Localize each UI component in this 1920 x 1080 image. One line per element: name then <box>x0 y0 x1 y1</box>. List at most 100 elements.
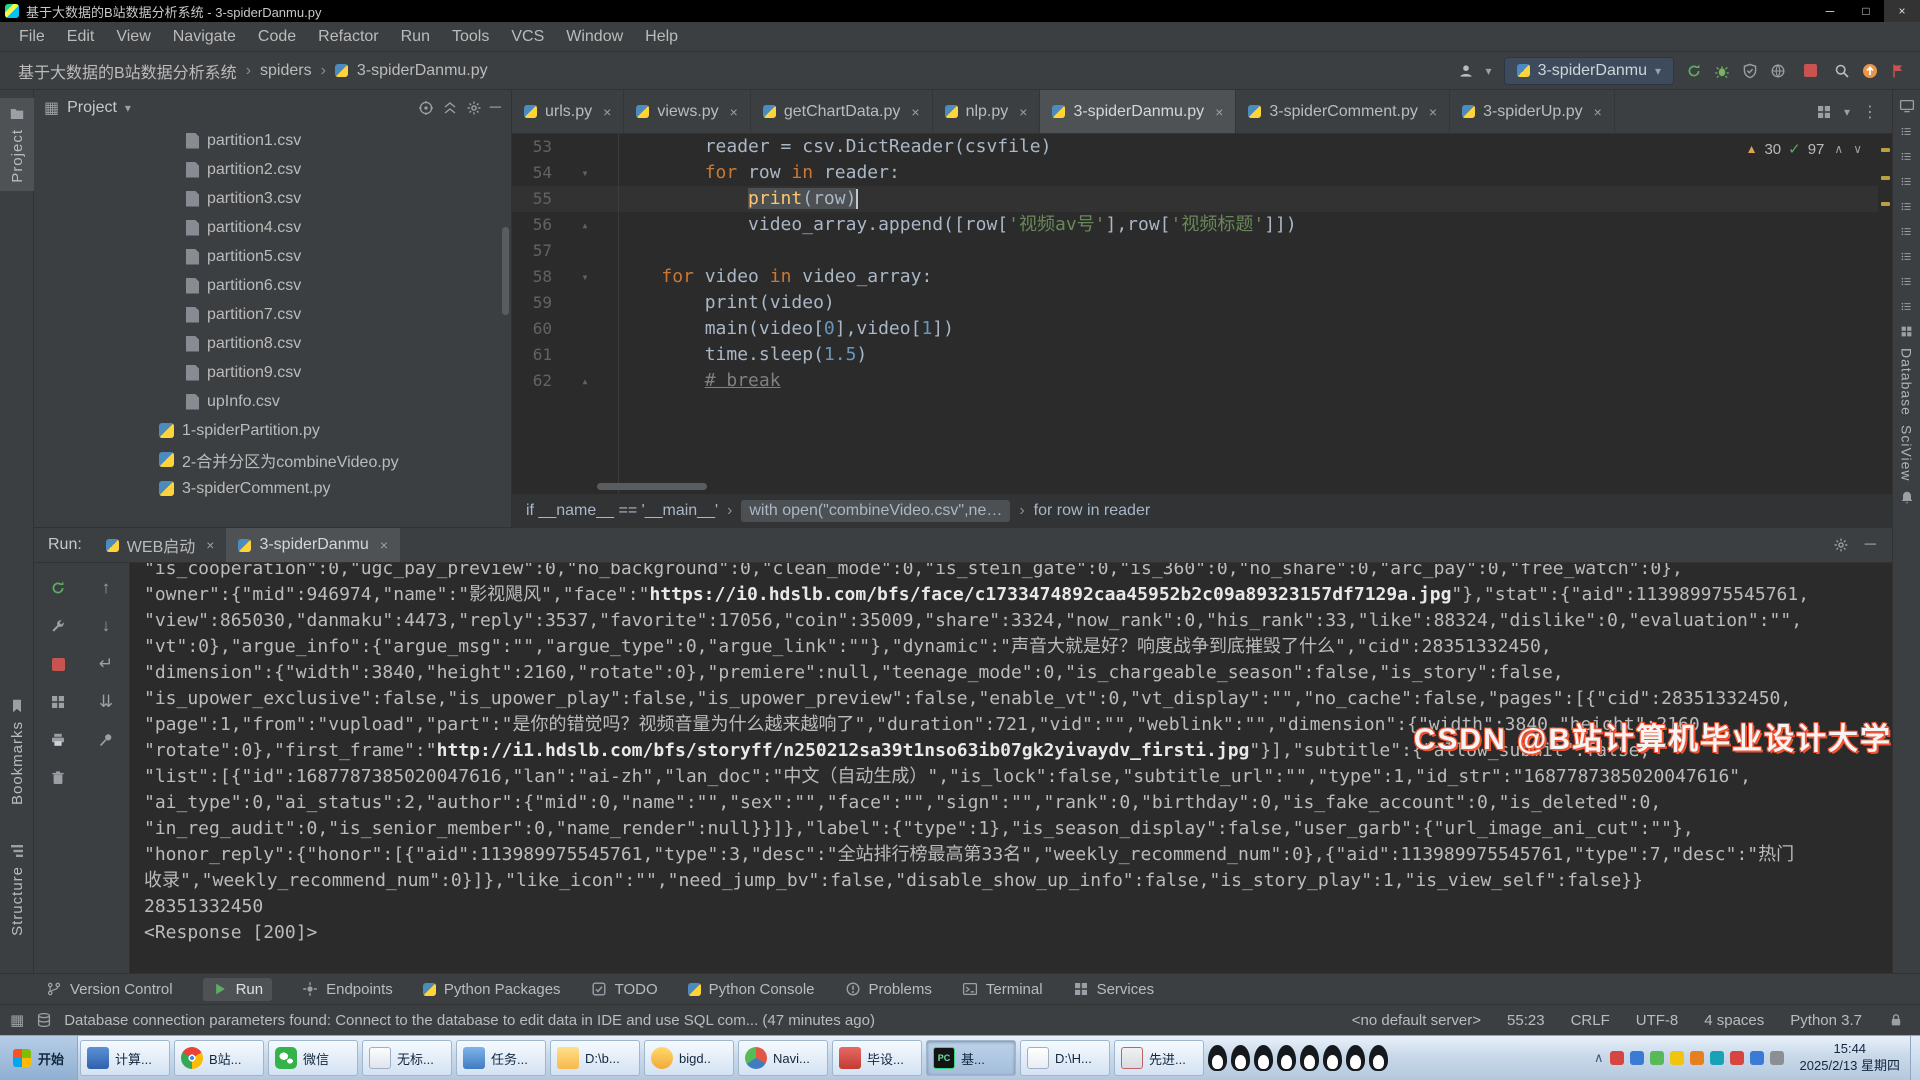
project-item[interactable]: partition3.csv <box>34 184 511 213</box>
fold-marker-icon[interactable]: ▾ <box>552 160 618 186</box>
qq-penguin-icon[interactable] <box>1300 1045 1319 1071</box>
status-message[interactable]: Database connection parameters found: Co… <box>64 1012 875 1029</box>
project-item[interactable]: partition1.csv <box>34 126 511 155</box>
list-item-icon[interactable] <box>1899 148 1915 164</box>
show-desktop-button[interactable] <box>1910 1036 1920 1080</box>
taskbar-item[interactable]: D:\H... <box>1020 1040 1110 1076</box>
editor-breadcrumb-item[interactable]: for row in reader <box>1034 502 1151 520</box>
code-line[interactable]: 53 reader = csv.DictReader(csvfile) <box>512 134 1878 160</box>
list-item-icon[interactable] <box>1899 173 1915 189</box>
down-arrow-icon[interactable]: ↓ <box>102 616 111 636</box>
editor-tab[interactable]: getChartData.py× <box>751 90 933 133</box>
stop-button[interactable] <box>1798 59 1822 83</box>
run-configuration-select[interactable]: 3-spiderDanmu▾ <box>1504 57 1674 85</box>
close-icon[interactable]: × <box>603 104 611 120</box>
project-panel-title[interactable]: Project <box>67 99 117 117</box>
wrench-icon[interactable] <box>50 618 66 634</box>
run-tab[interactable]: 3-spiderDanmu× <box>226 528 400 562</box>
taskbar-item[interactable]: D:\b... <box>550 1040 640 1076</box>
list-item-icon[interactable] <box>1899 273 1915 289</box>
code-line[interactable]: 54▾ for row in reader: <box>512 160 1878 186</box>
close-button[interactable]: × <box>1884 0 1920 22</box>
tool-tab-project[interactable]: Project <box>0 98 34 191</box>
status-widget[interactable]: <no default server> <box>1352 1012 1481 1029</box>
code-line[interactable]: 57 <box>512 238 1878 264</box>
tray-expand-icon[interactable]: ∧ <box>1594 1050 1604 1066</box>
code-line[interactable]: 59 print(video) <box>512 290 1878 316</box>
qq-penguin-icon[interactable] <box>1323 1045 1342 1071</box>
tray-icon[interactable] <box>1770 1051 1784 1065</box>
chevron-down-icon[interactable]: ▾ <box>1486 64 1492 78</box>
tool-window-button-terminal[interactable]: Terminal <box>962 981 1043 998</box>
user-avatar-icon[interactable] <box>1458 63 1474 79</box>
editor-tab[interactable]: 3-spiderComment.py× <box>1236 90 1450 133</box>
qq-penguin-icon[interactable] <box>1346 1045 1365 1071</box>
menu-item-code[interactable]: Code <box>247 25 307 49</box>
taskbar-item[interactable]: 任务... <box>456 1040 546 1076</box>
breadcrumb-item[interactable]: 基于大数据的B站数据分析系统 <box>18 59 237 83</box>
gear-icon[interactable] <box>466 100 482 116</box>
run-console-output[interactable]: "is_cooperation":0,"ugc_pay_preview":0,"… <box>130 563 1892 973</box>
tool-tab-sciview[interactable]: SciView <box>1899 425 1915 482</box>
ide-update-icon[interactable] <box>1862 63 1878 79</box>
notifications-bell-icon[interactable] <box>1899 490 1915 506</box>
tool-window-button-run[interactable]: Run <box>203 978 273 1001</box>
taskbar-item[interactable]: 无标... <box>362 1040 452 1076</box>
menu-item-help[interactable]: Help <box>634 25 689 49</box>
chevron-down-icon[interactable]: ▾ <box>125 101 131 115</box>
breadcrumb-item[interactable]: spiders <box>260 62 312 80</box>
editor-tab[interactable]: nlp.py× <box>933 90 1041 133</box>
console-link[interactable]: http://i1.hdslb.com/bfs/storyff/n250212s… <box>437 740 1250 761</box>
status-widget[interactable]: UTF-8 <box>1636 1012 1679 1029</box>
tool-window-button-python-console[interactable]: Python Console <box>688 981 815 998</box>
coverage-shield-icon[interactable] <box>1742 63 1758 79</box>
list-item-icon[interactable] <box>1899 223 1915 239</box>
qq-penguin-icon[interactable] <box>1254 1045 1273 1071</box>
taskbar-item[interactable]: 微信 <box>268 1040 358 1076</box>
close-icon[interactable]: × <box>380 537 388 553</box>
print-icon[interactable] <box>50 732 66 748</box>
project-item[interactable]: 1-spiderPartition.py <box>34 416 511 445</box>
scroll-to-end-icon[interactable]: ⇊ <box>99 692 113 712</box>
up-arrow-icon[interactable]: ↑ <box>102 578 111 598</box>
close-icon[interactable]: × <box>1429 104 1437 120</box>
menu-item-view[interactable]: View <box>105 25 161 49</box>
taskbar-item[interactable]: bigd.. <box>644 1040 734 1076</box>
project-item[interactable]: partition4.csv <box>34 213 511 242</box>
tray-icon[interactable] <box>1650 1051 1664 1065</box>
search-everywhere-icon[interactable] <box>1834 63 1850 79</box>
close-icon[interactable]: × <box>206 537 214 553</box>
start-button[interactable]: 开始 <box>0 1036 78 1080</box>
menu-item-refactor[interactable]: Refactor <box>307 25 389 49</box>
editor-breadcrumb-item[interactable]: if __name__ == '__main__' <box>526 502 718 520</box>
minimize-button[interactable]: ─ <box>1812 0 1848 22</box>
project-item[interactable]: partition2.csv <box>34 155 511 184</box>
taskbar-item[interactable]: PC基... <box>926 1040 1016 1076</box>
status-widget[interactable]: Python 3.7 <box>1790 1012 1862 1029</box>
soft-wrap-icon[interactable]: ↵ <box>99 654 113 674</box>
profiler-icon[interactable] <box>1770 63 1786 79</box>
qq-penguin-icon[interactable] <box>1369 1045 1388 1071</box>
tray-icon[interactable] <box>1630 1051 1644 1065</box>
editor-tab[interactable]: 3-spiderUp.py× <box>1450 90 1615 133</box>
more-options-icon[interactable]: ⋮ <box>1862 102 1878 122</box>
fold-marker-icon[interactable]: ▴ <box>552 368 618 394</box>
remote-host-icon[interactable] <box>1899 98 1915 114</box>
project-item[interactable]: partition9.csv <box>34 358 511 387</box>
qq-penguin-icon[interactable] <box>1231 1045 1250 1071</box>
list-item-icon[interactable] <box>1899 123 1915 139</box>
tool-window-button-version-control[interactable]: Version Control <box>46 981 173 998</box>
list-item-icon[interactable] <box>1899 198 1915 214</box>
pin-icon[interactable] <box>98 732 114 748</box>
menu-item-tools[interactable]: Tools <box>441 25 500 49</box>
status-widget[interactable]: 55:23 <box>1507 1012 1545 1029</box>
menu-item-run[interactable]: Run <box>390 25 441 49</box>
code-editor[interactable]: 53 reader = csv.DictReader(csvfile)54▾ f… <box>512 134 1878 494</box>
horizontal-scrollbar[interactable] <box>597 483 707 490</box>
tool-tab-database[interactable]: Database <box>1899 348 1915 416</box>
code-line[interactable]: 62▴ # break <box>512 368 1878 394</box>
run-tab[interactable]: WEB启动× <box>94 528 227 562</box>
maximize-button[interactable]: □ <box>1848 0 1884 22</box>
code-line[interactable]: 55 print(row) <box>512 186 1878 212</box>
tray-icon[interactable] <box>1690 1051 1704 1065</box>
